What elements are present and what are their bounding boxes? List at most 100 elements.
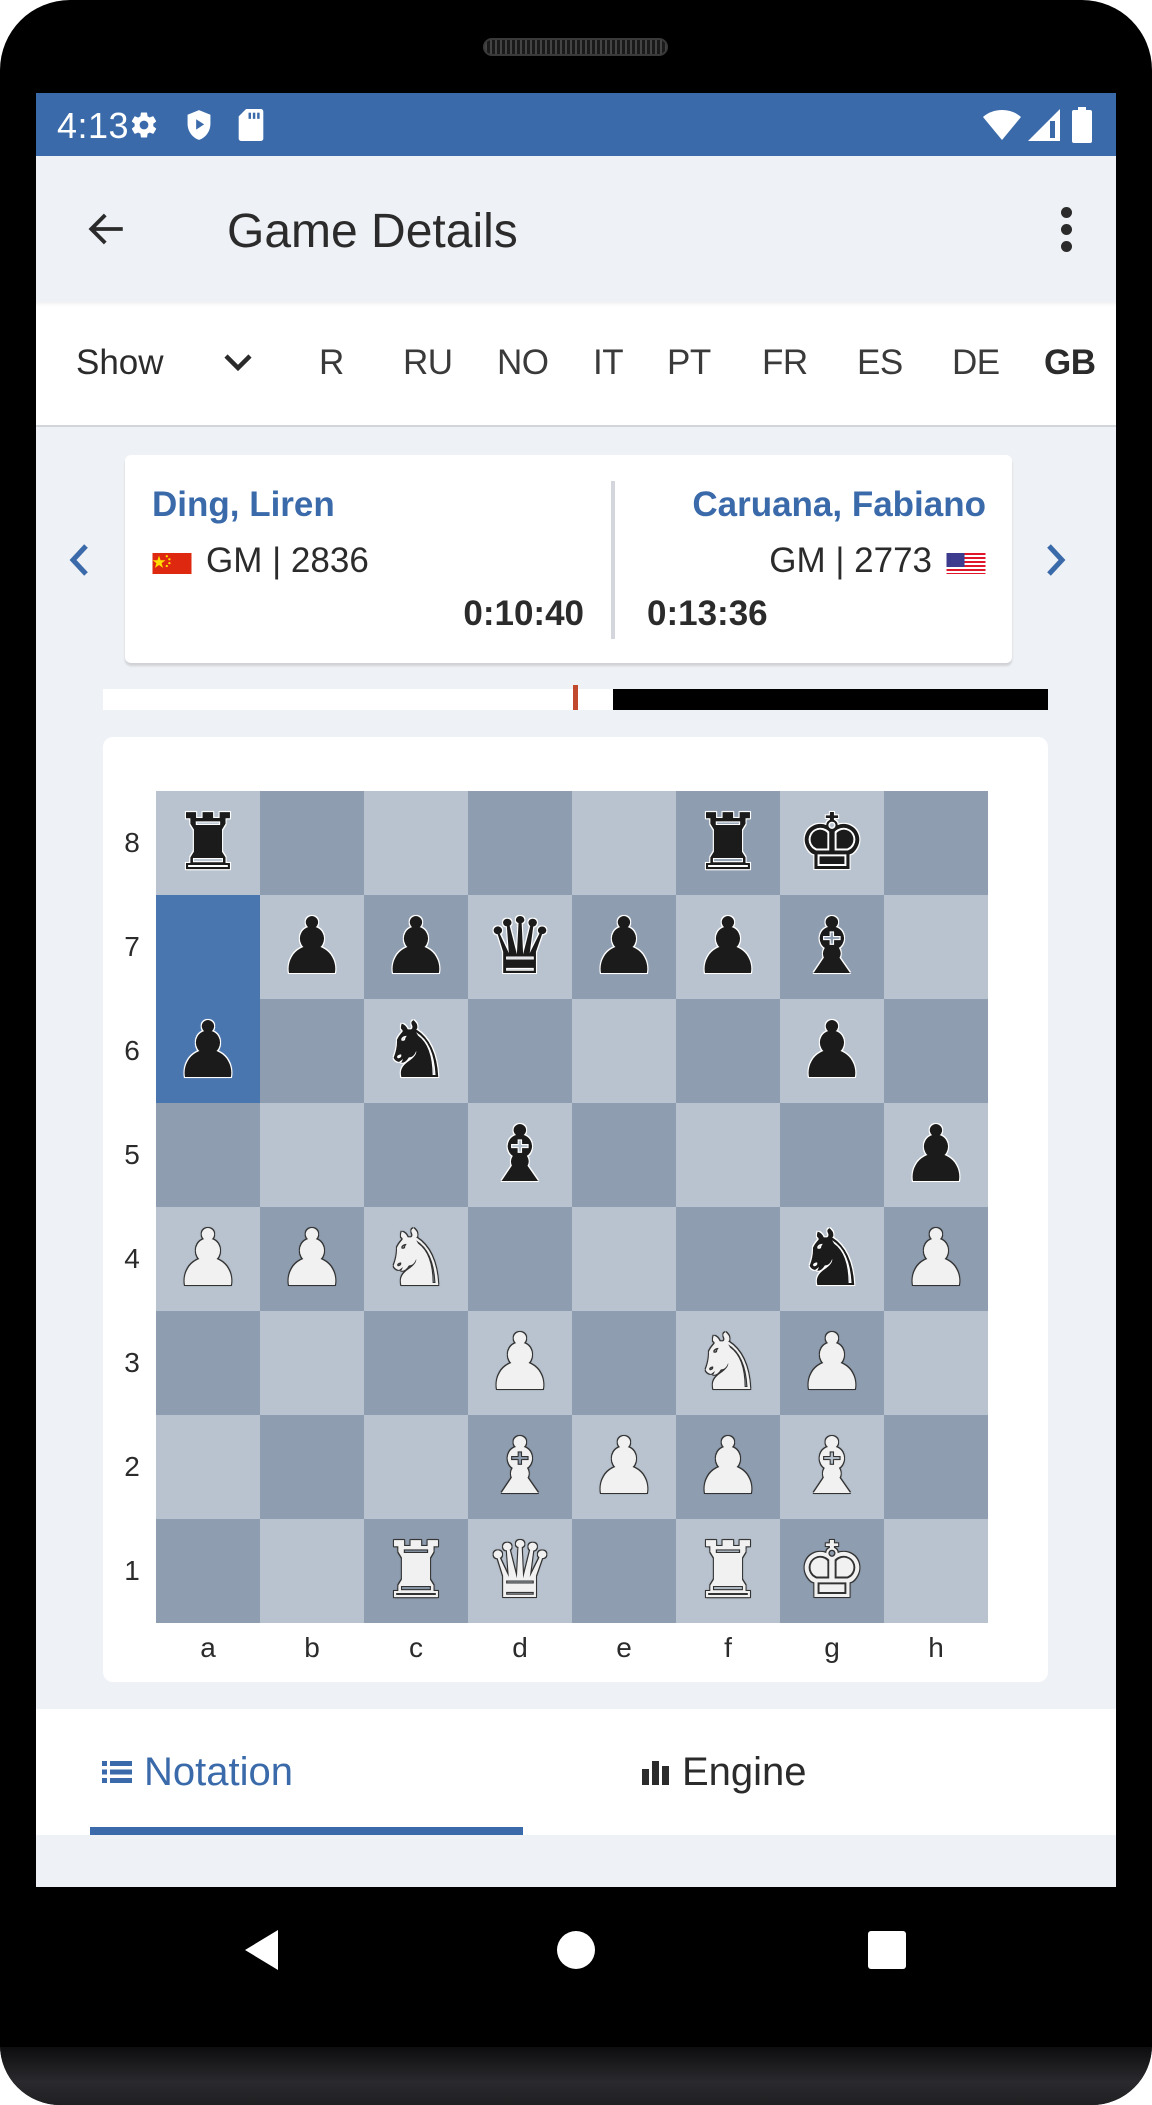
square-c7[interactable]: ♟ <box>364 895 468 999</box>
square-d8[interactable] <box>468 791 572 895</box>
black-pawn-icon[interactable]: ♟ <box>173 1012 243 1090</box>
white-pawn-icon[interactable]: ♟ <box>485 1324 555 1402</box>
lang-gb[interactable]: GB <box>1044 343 1096 383</box>
white-pawn-icon[interactable]: ♟ <box>901 1220 971 1298</box>
square-g1[interactable]: ♚ <box>780 1519 884 1623</box>
square-a2[interactable] <box>156 1415 260 1519</box>
system-home-button[interactable] <box>536 1927 616 1973</box>
square-f2[interactable]: ♟ <box>676 1415 780 1519</box>
square-d7[interactable]: ♛ <box>468 895 572 999</box>
more-options-button[interactable] <box>1036 196 1096 262</box>
square-g8[interactable]: ♚ <box>780 791 884 895</box>
square-d2[interactable]: ♝ <box>468 1415 572 1519</box>
black-pawn-icon[interactable]: ♟ <box>693 908 763 986</box>
chevron-down-icon[interactable] <box>218 342 258 382</box>
square-a6[interactable]: ♟ <box>156 999 260 1103</box>
square-e7[interactable]: ♟ <box>572 895 676 999</box>
square-h1[interactable] <box>884 1519 988 1623</box>
square-g3[interactable]: ♟ <box>780 1311 884 1415</box>
square-f3[interactable]: ♞ <box>676 1311 780 1415</box>
square-e1[interactable] <box>572 1519 676 1623</box>
square-b4[interactable]: ♟ <box>260 1207 364 1311</box>
white-player-name[interactable]: Ding, Liren <box>152 485 335 525</box>
white-pawn-icon[interactable]: ♟ <box>589 1428 659 1506</box>
square-b5[interactable] <box>260 1103 364 1207</box>
square-g5[interactable] <box>780 1103 884 1207</box>
system-recents-button[interactable] <box>847 1927 927 1973</box>
square-h8[interactable] <box>884 791 988 895</box>
square-a8[interactable]: ♜ <box>156 791 260 895</box>
black-rook-icon[interactable]: ♜ <box>693 804 763 882</box>
square-a5[interactable] <box>156 1103 260 1207</box>
square-d6[interactable] <box>468 999 572 1103</box>
square-b2[interactable] <box>260 1415 364 1519</box>
lang-de[interactable]: DE <box>952 343 1000 383</box>
square-e3[interactable] <box>572 1311 676 1415</box>
show-dropdown-label[interactable]: Show <box>76 343 164 383</box>
square-b1[interactable] <box>260 1519 364 1623</box>
square-c8[interactable] <box>364 791 468 895</box>
white-rook-icon[interactable]: ♜ <box>381 1532 451 1610</box>
square-g4[interactable]: ♞ <box>780 1207 884 1311</box>
white-king-icon[interactable]: ♚ <box>797 1532 867 1610</box>
square-f6[interactable] <box>676 999 780 1103</box>
square-c3[interactable] <box>364 1311 468 1415</box>
black-pawn-icon[interactable]: ♟ <box>277 908 347 986</box>
black-knight-icon[interactable]: ♞ <box>797 1220 867 1298</box>
black-king-icon[interactable]: ♚ <box>797 804 867 882</box>
square-h5[interactable]: ♟ <box>884 1103 988 1207</box>
square-g2[interactable]: ♝ <box>780 1415 884 1519</box>
square-h7[interactable] <box>884 895 988 999</box>
square-b7[interactable]: ♟ <box>260 895 364 999</box>
black-bishop-icon[interactable]: ♝ <box>485 1116 555 1194</box>
square-f5[interactable] <box>676 1103 780 1207</box>
square-a3[interactable] <box>156 1311 260 1415</box>
square-a1[interactable] <box>156 1519 260 1623</box>
white-knight-icon[interactable]: ♞ <box>381 1220 451 1298</box>
square-b8[interactable] <box>260 791 364 895</box>
white-bishop-icon[interactable]: ♝ <box>485 1428 555 1506</box>
white-rook-icon[interactable]: ♜ <box>693 1532 763 1610</box>
square-h4[interactable]: ♟ <box>884 1207 988 1311</box>
square-d1[interactable]: ♛ <box>468 1519 572 1623</box>
white-pawn-icon[interactable]: ♟ <box>277 1220 347 1298</box>
white-pawn-icon[interactable]: ♟ <box>173 1220 243 1298</box>
lang-ru[interactable]: RU <box>403 343 453 383</box>
system-back-button[interactable] <box>221 1927 301 1973</box>
white-pawn-icon[interactable]: ♟ <box>797 1324 867 1402</box>
square-c4[interactable]: ♞ <box>364 1207 468 1311</box>
chess-board[interactable]: ♜ ♜ ♚ ♟ ♟ ♛ ♟ ♟ ♝ ♟ ♞ ♟ ♝ ♟ ♟ ♟ ♞ ♞ ♟ ♟ ♞ ♟ ♝ ♟ ♟ ♝ ♜ ♛ ♜ ♚ <box>156 791 988 1623</box>
square-e6[interactable] <box>572 999 676 1103</box>
black-queen-icon[interactable]: ♛ <box>485 908 555 986</box>
next-game-button[interactable] <box>1036 538 1076 582</box>
square-d5[interactable]: ♝ <box>468 1103 572 1207</box>
lang-pt[interactable]: PT <box>667 343 711 383</box>
lang-no[interactable]: NO <box>497 343 549 383</box>
square-f8[interactable]: ♜ <box>676 791 780 895</box>
square-a7[interactable] <box>156 895 260 999</box>
black-bishop-icon[interactable]: ♝ <box>797 908 867 986</box>
previous-game-button[interactable] <box>59 538 99 582</box>
square-h3[interactable] <box>884 1311 988 1415</box>
white-knight-icon[interactable]: ♞ <box>693 1324 763 1402</box>
square-b3[interactable] <box>260 1311 364 1415</box>
back-button[interactable] <box>74 196 140 262</box>
lang-it[interactable]: IT <box>593 343 624 383</box>
square-e2[interactable]: ♟ <box>572 1415 676 1519</box>
square-e4[interactable] <box>572 1207 676 1311</box>
square-c2[interactable] <box>364 1415 468 1519</box>
square-f4[interactable] <box>676 1207 780 1311</box>
square-c1[interactable]: ♜ <box>364 1519 468 1623</box>
white-bishop-icon[interactable]: ♝ <box>797 1428 867 1506</box>
square-b6[interactable] <box>260 999 364 1103</box>
square-f7[interactable]: ♟ <box>676 895 780 999</box>
black-pawn-icon[interactable]: ♟ <box>589 908 659 986</box>
square-g6[interactable]: ♟ <box>780 999 884 1103</box>
square-c6[interactable]: ♞ <box>364 999 468 1103</box>
black-knight-icon[interactable]: ♞ <box>381 1012 451 1090</box>
square-h6[interactable] <box>884 999 988 1103</box>
black-pawn-icon[interactable]: ♟ <box>381 908 451 986</box>
black-player-name[interactable]: Caruana, Fabiano <box>692 485 986 525</box>
black-pawn-icon[interactable]: ♟ <box>797 1012 867 1090</box>
square-h2[interactable] <box>884 1415 988 1519</box>
